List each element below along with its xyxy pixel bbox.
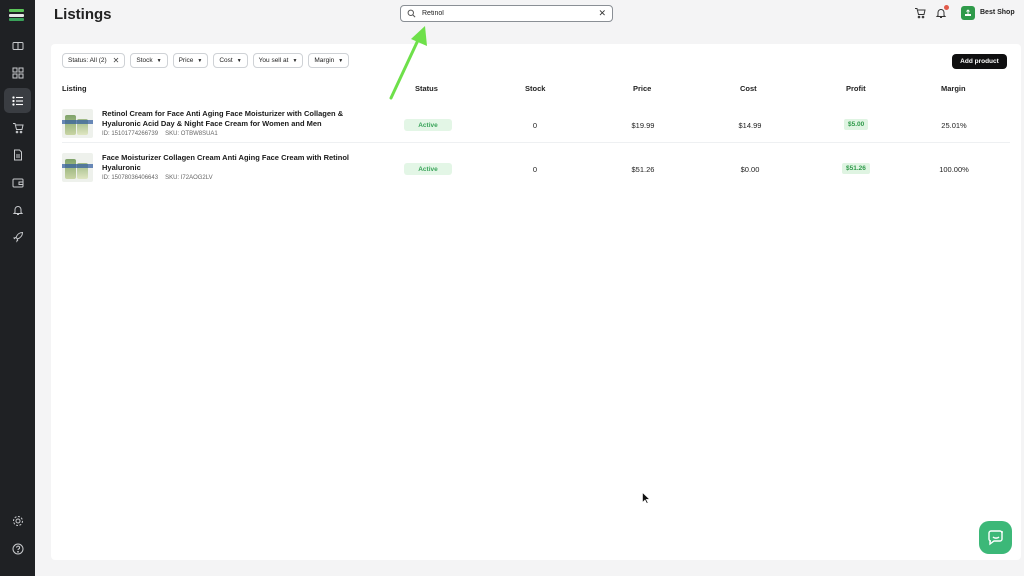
remove-filter-icon[interactable]: ✕ (113, 56, 120, 65)
sidebar-item-help[interactable] (4, 536, 31, 561)
rocket-icon (12, 231, 23, 243)
column-header-profit[interactable]: Profit (846, 84, 866, 93)
stock-value: 0 (532, 121, 538, 130)
filter-cost[interactable]: Cost ▼ (213, 53, 248, 68)
product-meta: ID: 15078036406643 SKU: I72AOG2LV (102, 175, 220, 181)
help-icon (12, 543, 23, 554)
column-header-stock[interactable]: Stock (525, 84, 545, 93)
filter-margin[interactable]: Margin ▼ (308, 53, 350, 68)
catalog-icon (12, 41, 23, 50)
annotation-arrow (389, 26, 427, 100)
margin-value: 25.01% (941, 121, 967, 130)
stock-value: 0 (532, 165, 538, 174)
sidebar-item-dashboard[interactable] (4, 60, 31, 85)
shop-name[interactable]: Best Shop (980, 9, 1015, 16)
status-badge: Active (404, 119, 452, 131)
search-bar[interactable]: ✕ (400, 5, 613, 22)
column-header-margin[interactable]: Margin (941, 84, 966, 93)
shop-icon (965, 9, 971, 16)
sidebar-item-settings[interactable] (4, 508, 31, 533)
product-id: ID: 15101774266739 (102, 131, 159, 137)
chat-bubble-icon (987, 529, 1003, 545)
settings-icon (12, 515, 23, 526)
column-header-listing[interactable]: Listing (62, 84, 87, 93)
sidebar-item-catalog[interactable] (4, 33, 31, 58)
filter-cost-label: Cost (219, 57, 233, 64)
price-value: $19.99 (631, 121, 655, 130)
clear-search-icon[interactable]: ✕ (598, 9, 606, 18)
product-meta: ID: 15101774266739 SKU: OTBW8SUA1 (102, 131, 225, 137)
sidebar-item-documents[interactable] (4, 142, 31, 167)
margin-value: 100.00% (939, 165, 969, 174)
product-sku: SKU: I72AOG2LV (165, 175, 213, 181)
profit-badge: $51.26 (842, 163, 870, 174)
column-header-cost[interactable]: Cost (740, 84, 757, 93)
caret-down-icon: ▼ (292, 57, 298, 64)
profit-badge: $5.00 (844, 119, 869, 130)
status-badge: Active (404, 163, 452, 175)
filter-stock[interactable]: Stock ▼ (130, 53, 168, 68)
caret-down-icon: ▼ (197, 57, 203, 64)
bell-icon (12, 205, 23, 215)
filter-you-sell-at-label: You sell at (258, 57, 289, 64)
caret-down-icon: ▼ (156, 57, 162, 64)
product-thumbnail[interactable] (62, 109, 93, 138)
filter-status[interactable]: Status: All (2) ✕ (62, 53, 126, 68)
search-icon (407, 9, 416, 18)
product-sku: SKU: OTBW8SUA1 (165, 131, 218, 137)
filter-stock-label: Stock (136, 57, 153, 64)
document-icon (13, 149, 22, 160)
filter-price-label: Price (178, 57, 194, 64)
mouse-cursor-icon (642, 492, 650, 504)
shop-avatar[interactable] (961, 6, 975, 20)
filter-status-label: Status: All (2) (68, 57, 107, 64)
table-row[interactable]: Face Moisturizer Collagen Cream Anti Agi… (51, 147, 1021, 191)
filter-bar: Status: All (2) ✕ Stock ▼ Price ▼ Cost ▼ Yo… (62, 53, 350, 68)
product-id: ID: 15078036406643 (102, 175, 159, 181)
app-logo[interactable] (9, 9, 24, 22)
cart-icon[interactable] (914, 7, 926, 19)
listings-icon (11, 95, 23, 106)
filter-margin-label: Margin (314, 57, 335, 64)
cost-value: $0.00 (740, 165, 760, 174)
caret-down-icon: ▼ (236, 57, 242, 64)
filter-price[interactable]: Price ▼ (172, 53, 209, 68)
cart-icon (12, 122, 24, 133)
price-value: $51.26 (631, 165, 655, 174)
product-title[interactable]: Retinol Cream for Face Anti Aging Face M… (102, 109, 367, 128)
wallet-icon (12, 178, 23, 187)
product-thumbnail[interactable] (62, 153, 93, 182)
add-product-button[interactable]: Add product (952, 54, 1007, 69)
sidebar-item-orders[interactable] (4, 115, 31, 140)
notification-dot (944, 5, 949, 10)
filter-you-sell-at[interactable]: You sell at ▼ (252, 53, 304, 68)
product-title[interactable]: Face Moisturizer Collagen Cream Anti Agi… (102, 153, 367, 172)
column-header-price[interactable]: Price (633, 84, 651, 93)
sidebar-item-notifications[interactable] (4, 197, 31, 222)
sidebar-item-listings[interactable] (4, 88, 31, 113)
sidebar (0, 0, 35, 576)
row-divider (62, 142, 1010, 143)
dashboard-icon (12, 67, 23, 78)
chat-support-button[interactable] (979, 521, 1012, 554)
table-row[interactable]: Retinol Cream for Face Anti Aging Face M… (51, 103, 1021, 147)
sidebar-item-growth[interactable] (4, 224, 31, 249)
sidebar-item-wallet[interactable] (4, 170, 31, 195)
caret-down-icon: ▼ (338, 57, 344, 64)
search-input[interactable] (422, 10, 599, 17)
listings-card: Status: All (2) ✕ Stock ▼ Price ▼ Cost ▼ Yo… (51, 44, 1021, 560)
cost-value: $14.99 (738, 121, 762, 130)
page-title: Listings (54, 6, 112, 23)
